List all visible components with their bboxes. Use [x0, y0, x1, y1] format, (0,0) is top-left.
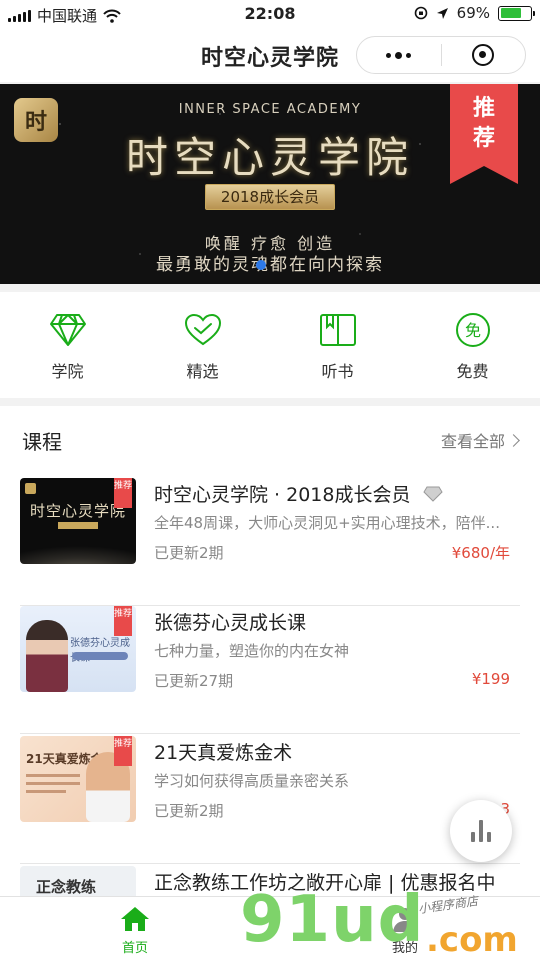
- close-target-icon: [472, 44, 495, 66]
- course-updated: 已更新27期: [154, 672, 234, 690]
- heart-check-icon: [183, 310, 223, 350]
- free-badge-icon: 免: [453, 310, 493, 350]
- stats-float-button[interactable]: [450, 800, 512, 862]
- recommend-tag: 推荐: [114, 478, 132, 508]
- view-all-link[interactable]: 查看全部: [440, 428, 520, 452]
- promo-banner[interactable]: 时 INNER SPACE ACADEMY 时空心灵学院 2018成长会员 唤醒…: [0, 84, 540, 284]
- battery-percent: 69%: [456, 4, 490, 22]
- orientation-lock-icon: [414, 6, 427, 20]
- diamond-vip-icon: [422, 486, 443, 502]
- category-audiobook[interactable]: 听书: [270, 292, 405, 398]
- category-free[interactable]: 免 免费: [405, 292, 540, 398]
- course-desc: 全年48周课，大师心灵洞见+实用心理技术，陪伴...: [154, 514, 500, 532]
- banner-slogan-2: 最勇敢的灵魂都在向内探索: [156, 255, 384, 275]
- course-thumbnail: 21天真爱炼金术 推荐: [20, 736, 136, 822]
- more-button[interactable]: [357, 37, 441, 73]
- mini-program-capsule: [356, 36, 526, 74]
- recommend-tag: 推荐: [114, 736, 132, 766]
- recommend-tag: 推荐: [114, 606, 132, 636]
- course-updated: 已更新2期: [154, 802, 224, 820]
- course-title: 张德芬心灵成长课: [154, 612, 307, 634]
- more-icon: [386, 51, 412, 59]
- course-updated: 已更新2期: [154, 544, 224, 562]
- course-price: ¥680/年: [451, 544, 510, 562]
- svg-text:免: 免: [464, 321, 480, 340]
- watermark-domain: .com: [426, 920, 518, 960]
- banner-member-label: 2018成长会员: [205, 184, 335, 210]
- course-item[interactable]: 21天真爱炼金术 推荐 21天真爱炼金术 学习如何获得高质量亲密关系 已更新2期…: [20, 736, 520, 864]
- tab-home[interactable]: 首页: [90, 905, 180, 956]
- category-label: 精选: [186, 362, 219, 381]
- course-price: ¥199: [471, 670, 510, 688]
- course-thumbnail: 张德芬心灵成长课 推荐: [20, 606, 136, 692]
- category-label: 听书: [321, 362, 354, 381]
- view-all-label: 查看全部: [440, 432, 505, 451]
- thumb-title: 正念教练: [36, 878, 97, 896]
- carousel-indicator[interactable]: [256, 260, 266, 270]
- category-grid: 学院 精选 听书 免 免费: [0, 292, 540, 398]
- location-icon: [436, 7, 448, 19]
- close-button[interactable]: [442, 37, 526, 73]
- category-label: 学院: [51, 362, 84, 381]
- tab-label: 首页: [121, 941, 148, 956]
- category-featured[interactable]: 精选: [135, 292, 270, 398]
- category-academy[interactable]: 学院: [0, 292, 135, 398]
- course-desc: 七种力量，塑造你的内在女神: [154, 642, 350, 660]
- battery-icon: [498, 5, 535, 21]
- course-desc: 学习如何获得高质量亲密关系: [154, 772, 350, 790]
- course-title: 21天真爱炼金术: [154, 742, 293, 764]
- course-thumbnail: 正念教练: [20, 866, 136, 896]
- course-thumbnail: 时空心灵学院 推荐: [20, 478, 136, 564]
- course-item[interactable]: 张德芬心灵成长课 推荐 张德芬心灵成长课 七种力量，塑造你的内在女神 已更新27…: [20, 606, 520, 734]
- section-title: 课程: [22, 430, 62, 454]
- status-bar: 中国联通 22:08 69%: [0, 0, 540, 28]
- course-title: 时空心灵学院 · 2018成长会员: [154, 480, 443, 507]
- chevron-right-icon: [507, 433, 520, 447]
- book-icon: [318, 310, 358, 350]
- watermark-logo: 91ud: [240, 883, 425, 957]
- diamond-icon: [48, 310, 88, 350]
- home-icon: [121, 907, 149, 931]
- category-label: 免费: [456, 362, 489, 381]
- course-item[interactable]: 时空心灵学院 推荐 时空心灵学院 · 2018成长会员 全年48周课，大师心灵洞…: [20, 478, 520, 606]
- nav-bar: 时空心灵学院: [0, 28, 540, 82]
